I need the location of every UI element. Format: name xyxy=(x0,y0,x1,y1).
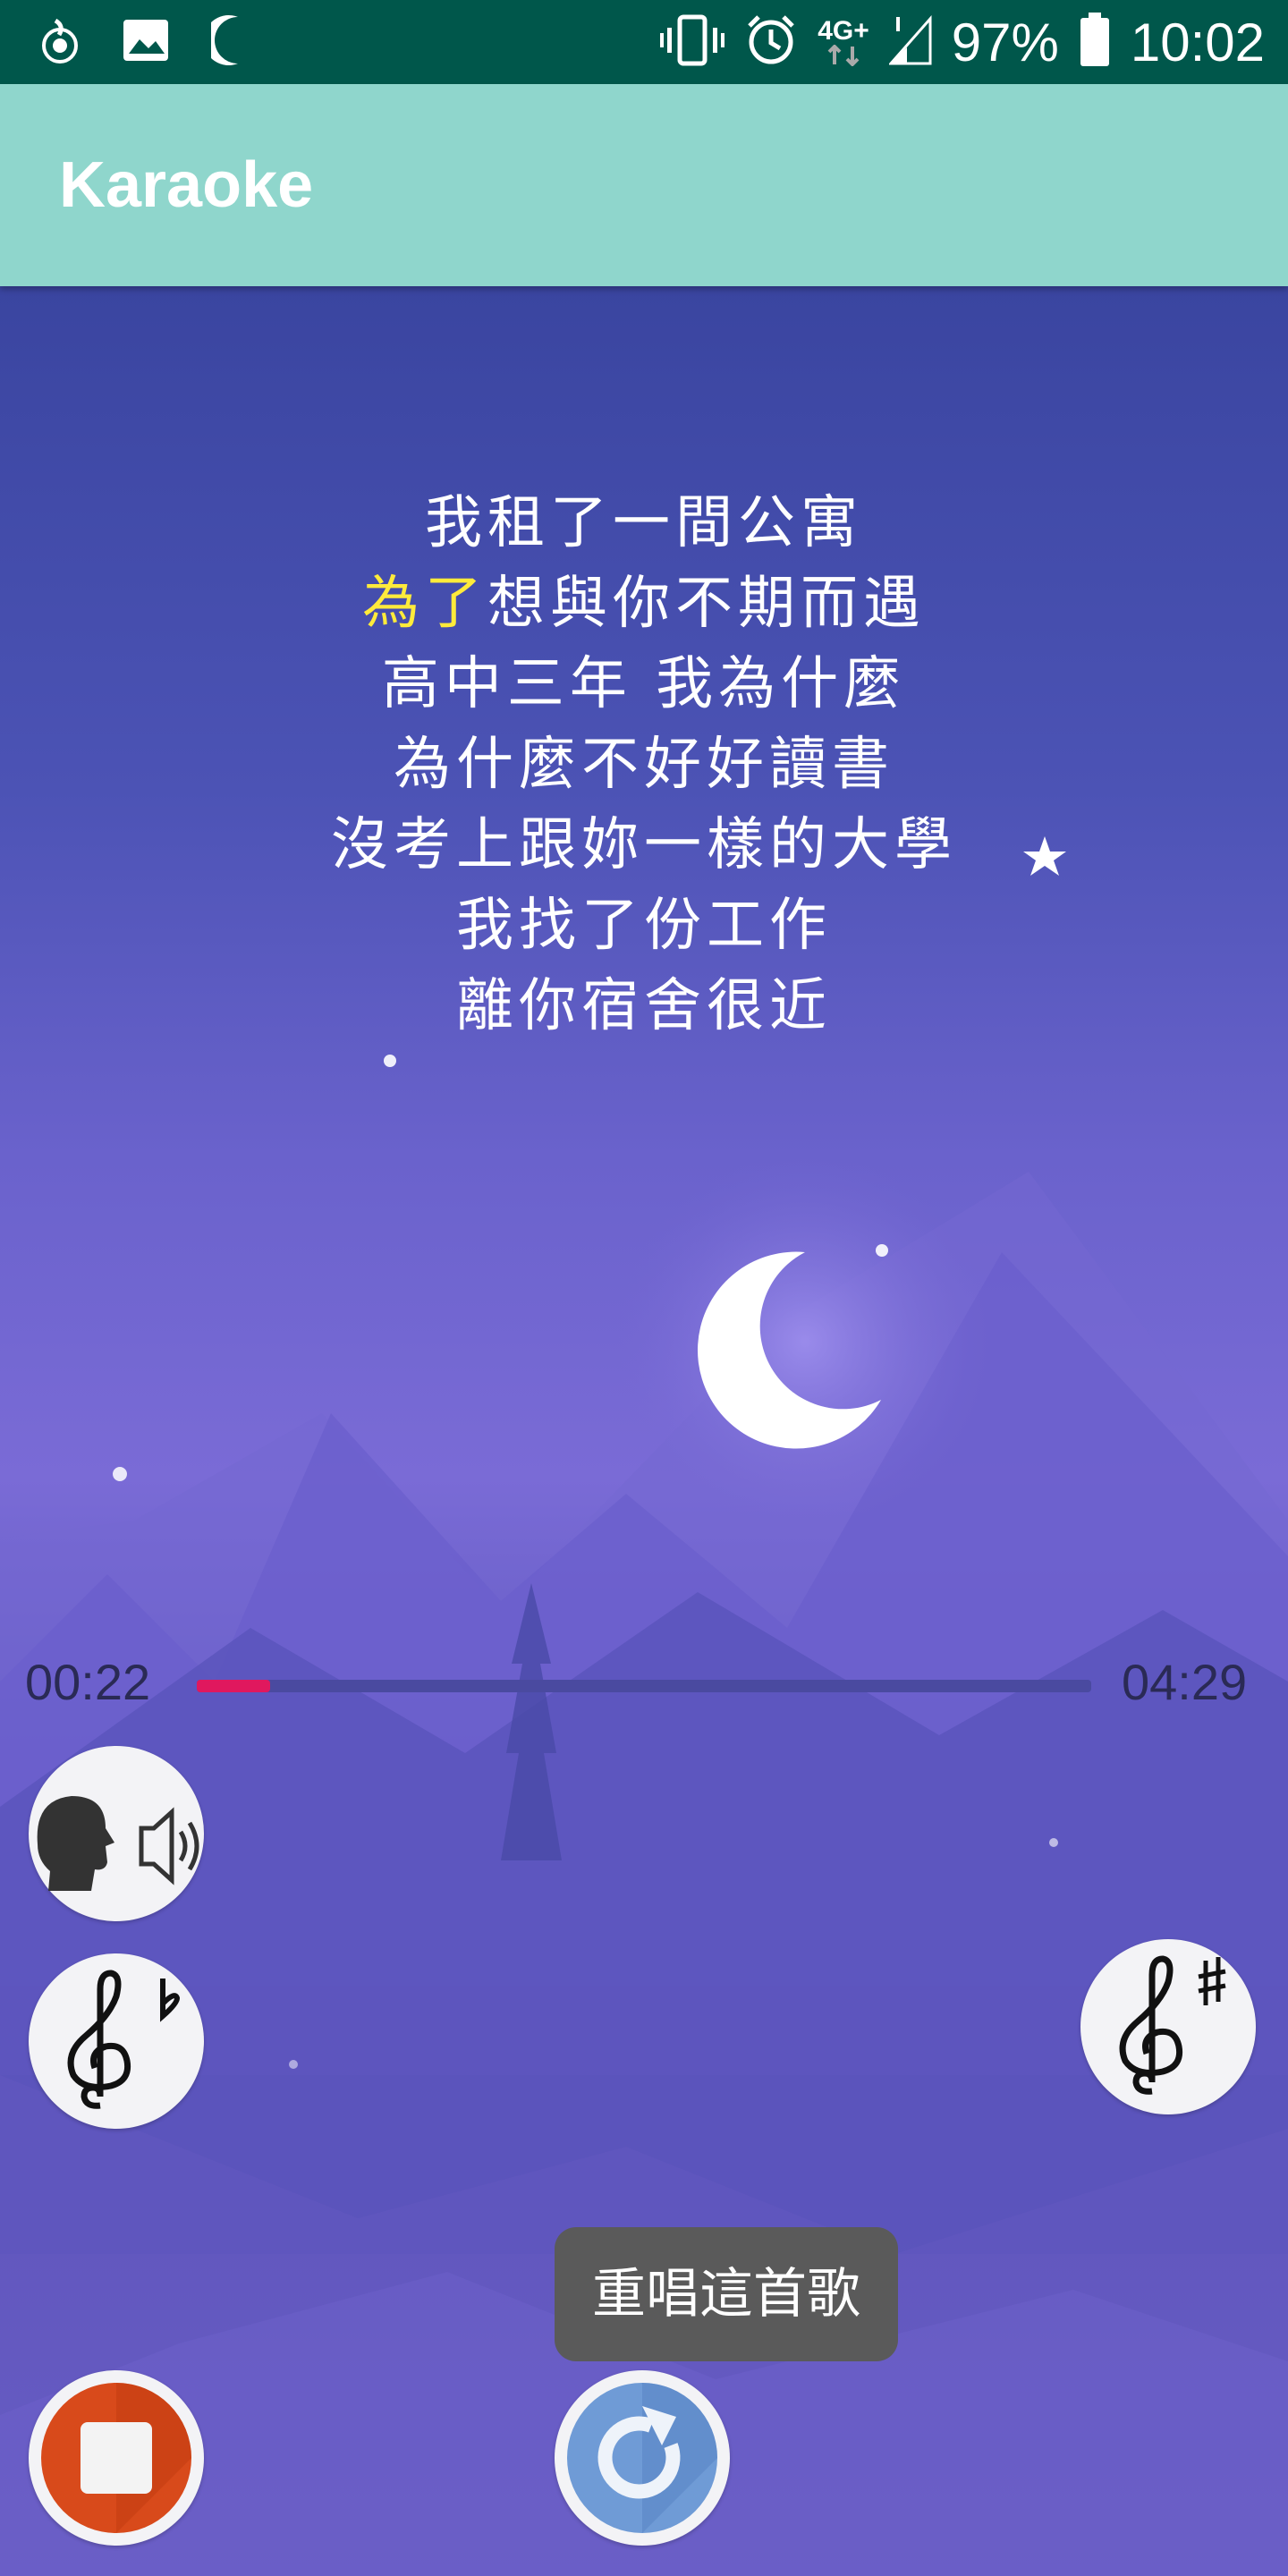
battery-percent: 97% xyxy=(951,12,1059,72)
lyric-line: 沒考上跟妳一樣的大學 xyxy=(331,812,957,878)
lyric-sung-part: 為了 xyxy=(362,571,487,637)
battery-icon xyxy=(1079,13,1111,72)
alarm-icon xyxy=(744,13,798,71)
replay-icon xyxy=(567,2383,717,2533)
signal-icon xyxy=(887,15,932,69)
stop-button[interactable] xyxy=(29,2370,204,2546)
treble-clef-sharp-icon xyxy=(1119,1955,1226,2095)
current-time: 00:22 xyxy=(25,1654,151,1710)
data-arrows-icon xyxy=(827,45,860,66)
lyric-line: 我租了一間公寓 xyxy=(425,490,863,556)
replay-button[interactable] xyxy=(555,2370,730,2546)
moon-icon xyxy=(203,13,252,71)
vocal-toggle-button[interactable] xyxy=(29,1746,204,1921)
lyrics-panel: 我租了一間公寓 為了想與你不期而遇 高中三年 我為什麼 為什麼不好好讀書 沒考上… xyxy=(0,483,1288,1046)
app-notification-icon xyxy=(39,15,80,69)
image-icon xyxy=(122,18,170,66)
lyric-line-current: 為了想與你不期而遇 xyxy=(0,564,1288,644)
toast-message: 重唱這首歌 xyxy=(555,2227,898,2361)
lyric-line: 我找了份工作 xyxy=(456,893,832,959)
treble-clef-flat-icon xyxy=(67,1970,181,2109)
lyric-line: 為什麼不好好讀書 xyxy=(394,732,894,798)
vocal-speaker-icon xyxy=(37,1796,199,1891)
status-bar: 4G+ 97% 10:02 xyxy=(0,0,1288,84)
lte-label: 4G+ xyxy=(818,16,869,46)
progress-fill xyxy=(197,1680,270,1692)
total-time: 04:29 xyxy=(1122,1654,1248,1710)
clock: 10:02 xyxy=(1130,12,1265,72)
app-title: Karaoke xyxy=(59,149,314,221)
vibrate-icon xyxy=(660,13,725,71)
progress-seekbar[interactable] xyxy=(197,1680,1091,1692)
lyric-unsung-part: 想與你不期而遇 xyxy=(487,571,926,637)
lyric-line: 離你宿舍很近 xyxy=(456,973,832,1039)
lte-indicator: 4G+ xyxy=(818,18,869,66)
lyric-line: 高中三年 我為什麼 xyxy=(381,651,907,717)
pitch-down-button[interactable] xyxy=(29,1953,204,2129)
app-bar: Karaoke xyxy=(0,84,1288,286)
pitch-up-button[interactable] xyxy=(1080,1939,1256,2114)
stop-icon xyxy=(41,2383,191,2533)
